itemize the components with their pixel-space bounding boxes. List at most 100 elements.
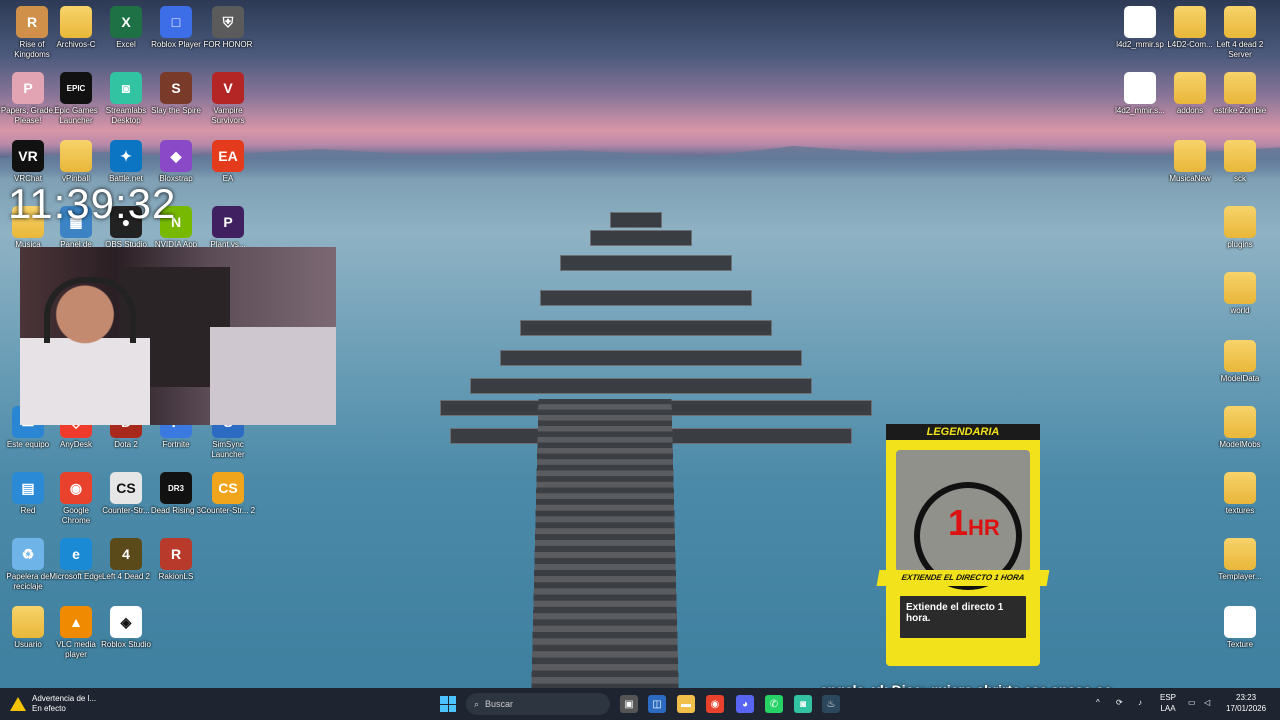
desktop-icon-label: ModelData [1220, 374, 1260, 383]
streamlabs-icon[interactable]: ◙ [794, 695, 812, 713]
whatsapp-icon[interactable]: ✆ [765, 695, 783, 713]
desktop-icon-dead-rising-3[interactable]: DR3 Dead Rising 3 [148, 472, 204, 516]
card-title: LEGENDARIA [886, 424, 1040, 440]
desktop-icon-roblox-player[interactable]: □ Roblox Player [148, 6, 204, 50]
desktop-icon-label: ModelMobs [1219, 440, 1261, 449]
desktop-icon-label: Archivos-C [56, 40, 96, 49]
desktop-icon-for-honor[interactable]: ⛨ FOR HONOR [200, 6, 256, 50]
card-description: Extiende el directo 1 hora. [898, 594, 1028, 640]
desktop-icon-slay-the-spire[interactable]: S Slay the Spire [148, 72, 204, 116]
desktop-icon-left-4-dead-2-server[interactable]: Left 4 dead 2 Server [1212, 6, 1268, 60]
desktop-icon-addons[interactable]: addons [1162, 72, 1218, 116]
search-icon: ⌕ [474, 698, 480, 709]
store-icon[interactable]: ◫ [648, 695, 666, 713]
windows-icon [440, 696, 456, 712]
app-icon: ◙ [110, 72, 142, 104]
file-icon [1224, 606, 1256, 638]
desktop-icon-label: estrike Zombie [1213, 106, 1267, 115]
desktop-icon-plant-vs[interactable]: P Plant vs... [200, 206, 256, 250]
taskbar-search[interactable]: ⌕ Buscar [466, 693, 610, 715]
weather-widget[interactable]: Advertencia de l... En efecto [10, 692, 130, 716]
network-icon[interactable]: ⟳ [1116, 697, 1123, 708]
volume-icon[interactable]: ◁ [1204, 697, 1210, 708]
desktop-icon-estrike-zombie[interactable]: estrike Zombie [1212, 72, 1268, 116]
card-band: EXTIENDE EL DIRECTO 1 HORA [876, 570, 1050, 586]
desktop-icon-l4d2-mmir-s[interactable]: l4d2_mmir.s... [1112, 72, 1168, 116]
desktop-icon-templayer[interactable]: Templayer... [1212, 538, 1268, 582]
desktop-icon-label: l4d2_mmir.s... [1115, 106, 1165, 115]
desktop-icon-bloxstrap[interactable]: ◆ Bloxstrap [148, 140, 204, 184]
folder-icon [1224, 406, 1256, 438]
desktop-icon-musicanew[interactable]: MusicaNew [1162, 140, 1218, 184]
folder-icon [12, 606, 44, 638]
tray-date: 17/01/2026 [1226, 704, 1267, 713]
app-icon: CS [110, 472, 142, 504]
desktop-icon-epic-games-launcher[interactable]: EPIC Epic Games Launcher [48, 72, 104, 126]
desktop-icon-vlc-media-player[interactable]: ▲ VLC media player [48, 606, 104, 660]
desktop-icon-excel[interactable]: X Excel [98, 6, 154, 50]
file-icon [1124, 72, 1156, 104]
search-placeholder: Buscar [485, 699, 514, 709]
desktop-icon-label: Fortnite [162, 440, 190, 449]
desktop-icon-textures[interactable]: textures [1212, 472, 1268, 516]
desktop-icon-label: Left 4 dead 2 Server [1216, 40, 1264, 59]
app-icon: EA [212, 140, 244, 172]
desktop-icon-battle-net[interactable]: ✦ Battle.net [98, 140, 154, 184]
chevron-up-icon[interactable]: ^ [1096, 697, 1100, 708]
desktop-icon-sck[interactable]: sck [1212, 140, 1268, 184]
desktop-icon-label: Excel [116, 40, 136, 49]
file-icon [1124, 6, 1156, 38]
app-icon: P [212, 206, 244, 238]
desktop-icon-label: AnyDesk [59, 440, 92, 449]
desktop-icon-ea[interactable]: EA EA [200, 140, 256, 184]
taskview-icon[interactable]: ▣ [620, 695, 638, 713]
desktop-icon-texture[interactable]: Texture [1212, 606, 1268, 650]
desktop-icon-archivos-c[interactable]: Archivos-C [48, 6, 104, 50]
desktop-icon-vpinball[interactable]: vPinball [48, 140, 104, 184]
folder-icon [1224, 72, 1256, 104]
desktop-icon-modeldata[interactable]: ModelData [1212, 340, 1268, 384]
language-indicator[interactable]: ESP LAA [1160, 692, 1176, 714]
desktop-icon-left-4-dead-2[interactable]: 4 Left 4 Dead 2 [98, 538, 154, 582]
desktop-icon-rakionls[interactable]: R RakionLS [148, 538, 204, 582]
app-icon: ▤ [12, 472, 44, 504]
microphone-icon[interactable]: ♪ [1138, 697, 1142, 708]
folder-icon [1224, 6, 1256, 38]
desktop-icon-label: Slay the Spire [151, 106, 201, 115]
desktop-icon-label: Dota 2 [114, 440, 138, 449]
discord-icon[interactable]: ◕ [736, 695, 754, 713]
desktop-icon-counter-str-2[interactable]: CS Counter-Str... 2 [200, 472, 256, 516]
app-icon: ◆ [160, 140, 192, 172]
clock-tray[interactable]: 23:23 17/01/2026 [1226, 692, 1266, 714]
taskbar: Advertencia de l... En efecto ⌕ Buscar ▣… [0, 688, 1280, 720]
display-icon[interactable]: ▭ [1188, 697, 1196, 708]
app-icon: e [60, 538, 92, 570]
desktop-icon-label: sck [1234, 174, 1246, 183]
tray-time: 23:23 [1236, 693, 1257, 702]
desktop-icon-google-chrome[interactable]: ◉ Google Chrome [48, 472, 104, 526]
desktop-icon-l4d2-com[interactable]: L4D2-Com... [1162, 6, 1218, 50]
desktop-icon-label: Templayer... [1218, 572, 1262, 581]
desktop-icon-label: SimSync Launcher [211, 440, 245, 459]
desktop-icon-world[interactable]: world [1212, 272, 1268, 316]
desktop-icon-modelmobs[interactable]: ModelMobs [1212, 406, 1268, 450]
desktop-icon-vampire-survivors[interactable]: V Vampire Survivors [200, 72, 256, 126]
desktop-icon-l4d2-mmir-sp[interactable]: l4d2_mmir.sp [1112, 6, 1168, 50]
desktop-icon-label: plugins [1227, 240, 1253, 249]
steam-icon[interactable]: ♨ [822, 695, 840, 713]
desktop-icon-microsoft-edge[interactable]: e Microsoft Edge [48, 538, 104, 582]
desktop-icon-counter-str[interactable]: CS Counter-Str... [98, 472, 154, 516]
desktop-icon-plugins[interactable]: plugins [1212, 206, 1268, 250]
warning-icon [10, 697, 26, 711]
desktop-icon-label: Dead Rising 3 [150, 506, 202, 515]
desktop-icon-label: VLC media player [56, 640, 96, 659]
file-explorer-icon[interactable]: ▬ [677, 695, 695, 713]
desktop-icon-label: Epic Games Launcher [54, 106, 98, 125]
folder-icon [1224, 140, 1256, 172]
start-button[interactable] [440, 692, 460, 716]
folder-icon [1224, 472, 1256, 504]
desktop-icon-label: FOR HONOR [203, 40, 253, 49]
chrome-icon[interactable]: ◉ [706, 695, 724, 713]
desktop-icon-streamlabs-desktop[interactable]: ◙ Streamlabs Desktop [98, 72, 154, 126]
desktop-icon-roblox-studio[interactable]: ◈ Roblox Studio [98, 606, 154, 650]
